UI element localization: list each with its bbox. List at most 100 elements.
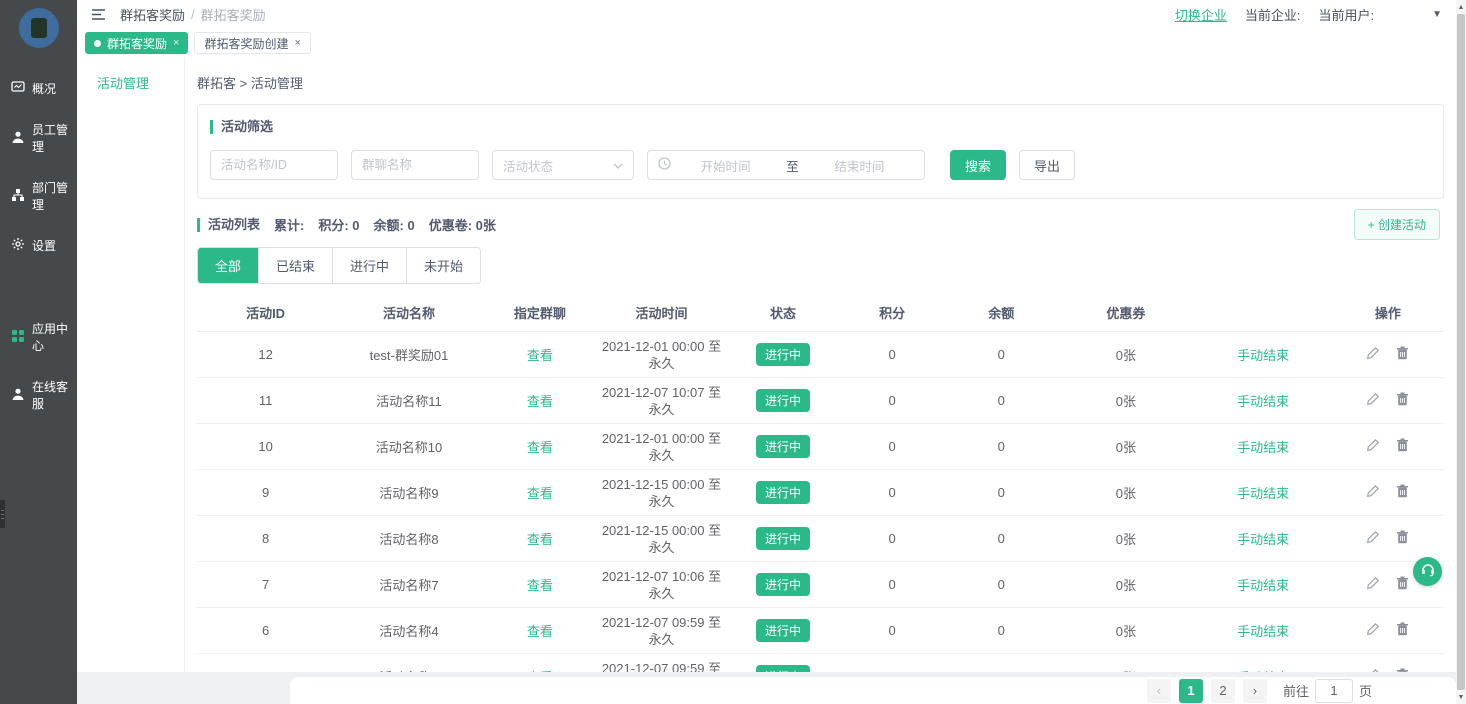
scrollbar-thumb[interactable] (1457, 14, 1465, 690)
sidebar-item-staff[interactable]: 员工管理 (0, 109, 77, 167)
delete-icon[interactable] (1396, 530, 1409, 547)
status-badge: 进行中 (756, 619, 810, 642)
delete-icon[interactable] (1396, 484, 1409, 501)
cell-coupon: 0张 (1057, 654, 1194, 673)
delete-icon[interactable] (1396, 622, 1409, 639)
view-group-link[interactable]: 查看 (527, 578, 553, 593)
delete-icon[interactable] (1396, 346, 1409, 363)
prev-page-button[interactable]: ‹ (1147, 679, 1171, 703)
status-filter-tabs: 全部 已结束 进行中 未开始 (197, 247, 481, 284)
collapse-menu-icon[interactable] (91, 8, 106, 21)
cell-activity-id: 7 (197, 562, 334, 608)
manual-end-link[interactable]: 手动结束 (1237, 624, 1289, 639)
edit-icon[interactable] (1366, 530, 1380, 547)
view-group-link[interactable]: 查看 (527, 440, 553, 455)
switch-company-link[interactable]: 切换企业 (1175, 5, 1227, 24)
view-group-link[interactable]: 查看 (527, 394, 553, 409)
cell-coupon: 0张 (1057, 424, 1194, 470)
cell-coupon: 0张 (1057, 332, 1194, 378)
manual-end-link[interactable]: 手动结束 (1237, 440, 1289, 455)
date-range-picker[interactable]: 开始时间 至 结束时间 (647, 150, 925, 180)
tab-group-reward-create[interactable]: 群拓客奖励创建 × (194, 32, 310, 54)
select-placeholder: 活动状态 (503, 156, 553, 175)
edit-icon[interactable] (1366, 622, 1380, 639)
clock-icon (658, 157, 671, 173)
status-tab-ended[interactable]: 已结束 (258, 248, 332, 283)
col-activity-name: 活动名称 (334, 294, 484, 332)
edit-icon[interactable] (1366, 576, 1380, 593)
cell-activity-name: 活动名称7 (334, 562, 484, 608)
cell-activity-time: 2021-12-07 09:59 至永久 (596, 608, 727, 654)
cell-activity-name: 活动名称11 (334, 378, 484, 424)
manual-end-link[interactable]: 手动结束 (1237, 486, 1289, 501)
view-group-link[interactable]: 查看 (527, 624, 553, 639)
cell-balance: 0 (945, 562, 1057, 608)
export-button[interactable]: 导出 (1019, 150, 1075, 180)
cell-activity-time: 2021-12-01 00:00 至永久 (596, 424, 727, 470)
view-group-link[interactable]: 查看 (527, 348, 553, 363)
status-tab-all[interactable]: 全部 (198, 248, 258, 283)
create-activity-button[interactable]: + 创建活动 (1354, 209, 1440, 240)
status-tab-not-started[interactable]: 未开始 (406, 248, 480, 283)
manual-end-link[interactable]: 手动结束 (1237, 578, 1289, 593)
apps-icon (11, 329, 25, 346)
view-group-link[interactable]: 查看 (527, 486, 553, 501)
edit-icon[interactable] (1366, 438, 1380, 455)
customer-service-fab[interactable] (1413, 557, 1442, 586)
sidebar-item-app-center[interactable]: 应用中心 (0, 308, 77, 366)
cell-activity-time: 2021-12-07 10:07 至永久 (596, 378, 727, 424)
delete-icon[interactable] (1396, 392, 1409, 409)
cell-points: 0 (839, 332, 945, 378)
cell-activity-name: 活动名称8 (334, 516, 484, 562)
end-time-placeholder[interactable]: 结束时间 (805, 156, 914, 175)
coupon-summary: 优惠卷: 0张 (429, 215, 496, 234)
menu-item-activity-management[interactable]: 活动管理 (97, 73, 184, 92)
list-section-title: 活动列表 (197, 218, 260, 232)
sidebar-item-label: 设置 (32, 237, 56, 254)
status-badge: 进行中 (756, 389, 810, 412)
page-button-2[interactable]: 2 (1211, 679, 1235, 703)
breadcrumb-root[interactable]: 群拓客奖励 (120, 5, 185, 24)
activity-status-select[interactable]: 活动状态 (492, 150, 634, 180)
tab-group-reward[interactable]: 群拓客奖励 × (85, 32, 188, 54)
sidebar-item-overview[interactable]: 概况 (0, 68, 77, 109)
current-user-label: 当前用户: (1318, 5, 1374, 24)
activity-list-header: 活动列表 累计: 积分: 0 余额: 0 优惠卷: 0张 + 创建活动 (197, 215, 1444, 234)
delete-icon[interactable] (1396, 438, 1409, 455)
cell-balance: 0 (945, 470, 1057, 516)
next-page-button[interactable]: › (1243, 679, 1267, 703)
cell-points: 0 (839, 654, 945, 673)
sidebar-item-online-service[interactable]: 在线客服 (0, 366, 77, 424)
edit-icon[interactable] (1366, 392, 1380, 409)
goto-page-input[interactable] (1315, 679, 1353, 703)
scroll-down-icon[interactable]: ▼ (1456, 690, 1466, 704)
close-icon[interactable]: × (173, 37, 179, 49)
view-group-link[interactable]: 查看 (527, 532, 553, 547)
cell-coupon: 0张 (1057, 516, 1194, 562)
search-button[interactable]: 搜索 (950, 150, 1006, 180)
start-time-placeholder[interactable]: 开始时间 (671, 156, 780, 175)
close-icon[interactable]: × (294, 37, 300, 49)
scroll-up-icon[interactable]: ▲ (1456, 0, 1466, 14)
page-button-1[interactable]: 1 (1179, 679, 1203, 703)
table-header-row: 活动ID 活动名称 指定群聊 活动时间 状态 积分 余额 优惠券 操作 (197, 294, 1444, 332)
delete-icon[interactable] (1396, 576, 1409, 593)
manual-end-link[interactable]: 手动结束 (1237, 348, 1289, 363)
sidebar-item-settings[interactable]: 设置 (0, 225, 77, 266)
edit-icon[interactable] (1366, 346, 1380, 363)
vertical-scrollbar[interactable]: ▲ ▼ (1456, 0, 1466, 704)
cell-coupon: 0张 (1057, 470, 1194, 516)
status-tab-ongoing[interactable]: 进行中 (332, 248, 406, 283)
sidebar-spacer (0, 266, 77, 308)
cell-activity-name: test-群奖励01 (334, 332, 484, 378)
user-menu-caret-icon[interactable]: ▼ (1432, 9, 1442, 20)
group-name-input[interactable] (351, 150, 479, 180)
manual-end-link[interactable]: 手动结束 (1237, 394, 1289, 409)
settings-icon (11, 237, 25, 254)
activity-name-input[interactable] (210, 150, 338, 180)
sidebar-drag-handle[interactable] (0, 500, 5, 528)
edit-icon[interactable] (1366, 484, 1380, 501)
manual-end-link[interactable]: 手动结束 (1237, 532, 1289, 547)
sidebar-item-department[interactable]: 部门管理 (0, 167, 77, 225)
activity-table-body: 12 test-群奖励01 查看 2021-12-01 00:00 至永久 进行… (197, 332, 1444, 673)
